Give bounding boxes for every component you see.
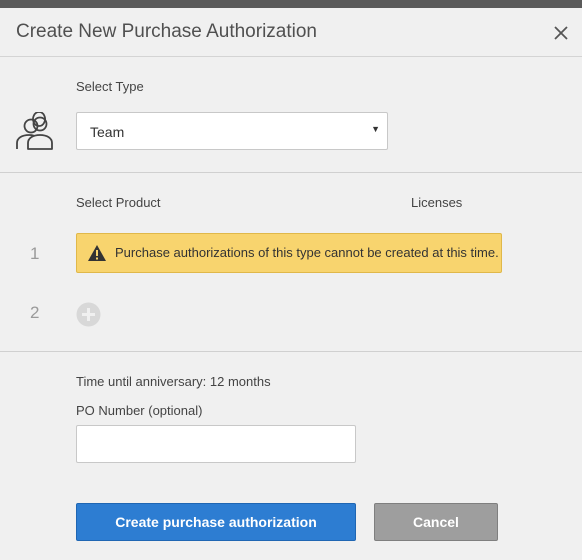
top-bar: [0, 0, 582, 8]
select-product-label: Select Product: [76, 195, 161, 210]
chevron-down-icon: ▼: [371, 124, 380, 134]
cancel-button[interactable]: Cancel: [374, 503, 498, 541]
row-number: 2: [30, 303, 40, 322]
licenses-label: Licenses: [411, 195, 463, 210]
warning-banner: Purchase authorizations of this type can…: [76, 233, 502, 273]
warning-icon: [88, 245, 106, 261]
dialog-title: Create New Purchase Authorization: [16, 21, 317, 42]
close-icon[interactable]: [551, 23, 571, 43]
po-number-label: PO Number (optional): [76, 403, 203, 418]
row-number: 1: [30, 244, 40, 263]
type-select-value: Team: [90, 124, 125, 140]
people-icon: [16, 112, 53, 150]
section-divider: [0, 172, 582, 173]
add-circle-icon[interactable]: [76, 302, 101, 327]
warning-message: Purchase authorizations of this type can…: [115, 245, 499, 260]
select-type-label: Select Type: [76, 79, 144, 94]
create-purchase-authorization-button[interactable]: Create purchase authorization: [76, 503, 356, 541]
anniversary-text: Time until anniversary: 12 months: [76, 374, 271, 389]
section-divider: [0, 351, 582, 352]
type-select[interactable]: Team ▼: [76, 112, 388, 150]
dialog-header: Create New Purchase Authorization: [0, 8, 582, 57]
po-number-input[interactable]: [76, 425, 356, 463]
